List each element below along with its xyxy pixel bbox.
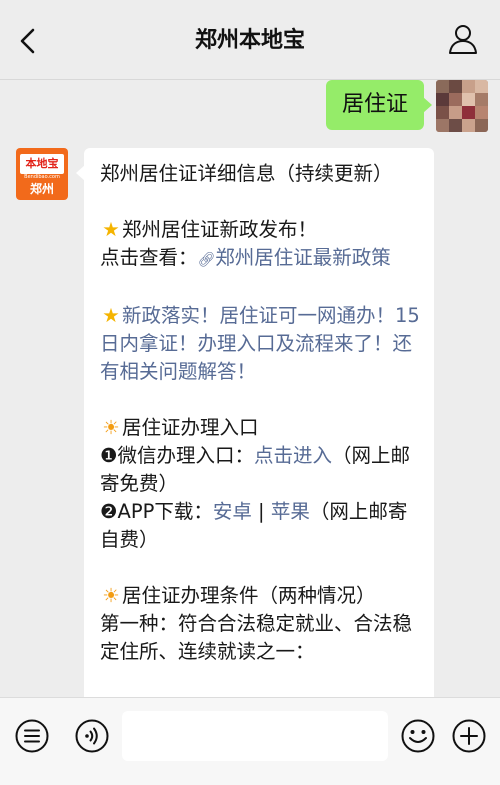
- reply-paragraph-2: ★ 新政落实！居住证可一网通办！15日内拿证！办理入口及流程来了！还有相关问题解答…: [100, 302, 420, 386]
- user-avatar[interactable]: [436, 80, 488, 132]
- p1-title: 郑州居住证新政发布！: [122, 218, 318, 241]
- reply-paragraph-4: ☀ 居住证办理条件（两种情况） 第一种：符合合法稳定就业、合法稳定住所、连续就读之…: [100, 582, 420, 666]
- p4-line1: 第一种：符合合法稳定就业、合法稳定住所、连续就读之一：: [100, 612, 413, 663]
- policy-link[interactable]: 郑州居住证最新政策: [215, 246, 391, 269]
- plus-icon: [452, 719, 486, 753]
- wechat-entry-link[interactable]: 点击进入: [254, 444, 332, 467]
- news-link[interactable]: 新政落实！居住证可一网通办！15日内拿证！办理入口及流程来了！还有相关问题解答！: [100, 304, 420, 383]
- page-title: 郑州本地宝: [194, 28, 305, 53]
- star-icon: ★: [102, 304, 120, 327]
- logo-city: 郑州: [29, 182, 54, 196]
- smiley-icon: [401, 719, 435, 753]
- voice-icon: [75, 719, 109, 753]
- logo-text: 本地宝: [20, 154, 64, 174]
- message-input[interactable]: [122, 711, 388, 761]
- p3-title: 居住证办理入口: [122, 416, 259, 439]
- sun-icon: ☀: [102, 584, 120, 607]
- pixelated-avatar-image: [436, 80, 488, 132]
- ios-link[interactable]: 苹果: [271, 500, 310, 523]
- app-download-prefix: ❷APP下载：: [100, 500, 213, 523]
- voice-button[interactable]: [74, 718, 110, 754]
- reply-paragraph-3: ☀ 居住证办理入口 ❶微信办理入口：点击进入（网上邮寄免费） ❷APP下载：安卓 …: [100, 414, 420, 554]
- top-bar: 郑州本地宝: [0, 0, 500, 80]
- wechat-entry-prefix: ❶微信办理入口：: [100, 444, 254, 467]
- reply-paragraph-1: ★ 郑州居住证新政发布！ 点击查看：🔗︎郑州居住证最新政策: [100, 216, 420, 274]
- link-separator: |: [251, 500, 271, 523]
- p1-view-prefix: 点击查看：: [100, 246, 198, 269]
- input-bar: [0, 697, 500, 785]
- menu-button[interactable]: [14, 718, 50, 754]
- profile-button[interactable]: [446, 22, 480, 56]
- received-message-bubble[interactable]: 郑州居住证详细信息（持续更新） ★ 郑州居住证新政发布！ 点击查看：🔗︎郑州居住证…: [76, 148, 434, 697]
- bot-avatar[interactable]: 本地宝 Bendibao.com 郑州: [16, 148, 68, 200]
- person-icon: [449, 25, 477, 54]
- chat-area[interactable]: 居住证 本地宝 Bendibao.com 郑州 郑州居住证详细信息（持续更新） …: [0, 80, 500, 697]
- link-icon: 🔗︎: [197, 252, 216, 268]
- sent-message-bubble[interactable]: 居住证: [325, 80, 433, 130]
- android-link[interactable]: 安卓: [213, 500, 252, 523]
- menu-list-icon: [15, 719, 49, 753]
- p4-title: 居住证办理条件（两种情况）: [122, 584, 376, 607]
- sun-icon: ☀: [102, 416, 120, 439]
- reply-intro: 郑州居住证详细信息（持续更新）: [100, 162, 393, 185]
- emoji-button[interactable]: [400, 718, 436, 754]
- add-button[interactable]: [451, 718, 487, 754]
- star-icon: ★: [102, 218, 120, 241]
